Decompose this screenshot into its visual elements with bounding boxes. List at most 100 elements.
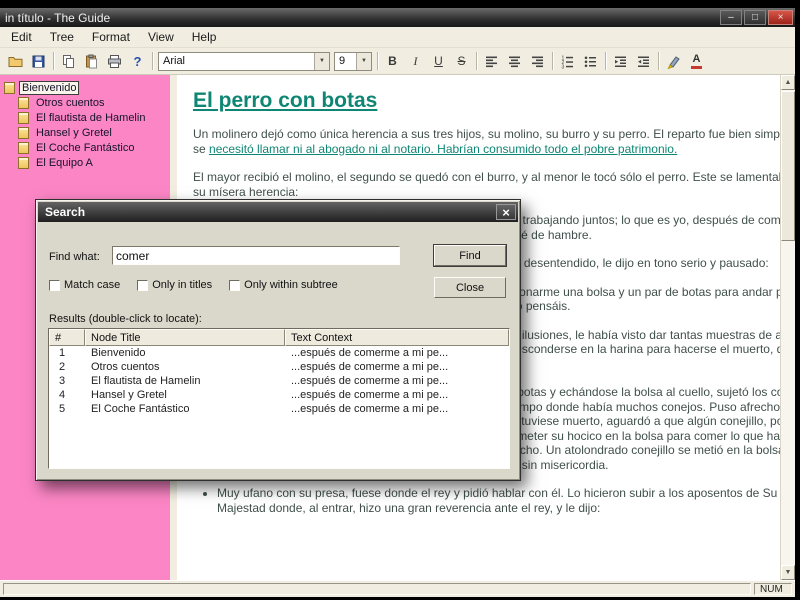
- dialog-title-bar[interactable]: Search ×: [38, 202, 518, 222]
- toolbar-separator: [658, 52, 659, 70]
- scroll-up-icon[interactable]: ▲: [781, 75, 795, 90]
- dialog-close-button[interactable]: ×: [496, 204, 516, 220]
- num-lock-indicator: NUM: [754, 583, 792, 595]
- paste-icon[interactable]: [80, 51, 103, 72]
- numbered-list-icon[interactable]: 123: [556, 51, 579, 72]
- align-right-icon[interactable]: [526, 51, 549, 72]
- note-icon: [18, 96, 29, 109]
- toolbar: ? Arial ▼ 9 ▼ B I U S 1 2 3 A: [0, 48, 795, 75]
- font-family-select[interactable]: Arial ▼: [158, 51, 330, 71]
- bullet-list-icon[interactable]: [579, 51, 602, 72]
- note-icon: [18, 126, 29, 139]
- result-row[interactable]: 3 El flautista de Hamelin ...espués de c…: [49, 374, 509, 388]
- find-what-label: Find what:: [49, 251, 100, 263]
- highlight-icon[interactable]: [662, 51, 685, 72]
- minimize-button[interactable]: –: [720, 10, 742, 25]
- align-left-icon[interactable]: [480, 51, 503, 72]
- scroll-thumb[interactable]: [781, 91, 795, 241]
- title-bar[interactable]: in título - The Guide – □ ×: [0, 8, 795, 27]
- toolbar-separator: [53, 52, 54, 70]
- doc-paragraph: El mayor recibió el molino, el segundo s…: [193, 170, 795, 199]
- tree-node-equipo[interactable]: El Equipo A: [0, 155, 170, 170]
- note-icon: [4, 81, 15, 94]
- save-icon[interactable]: [27, 51, 50, 72]
- underline-button[interactable]: U: [427, 51, 450, 72]
- align-center-icon[interactable]: [503, 51, 526, 72]
- result-row[interactable]: 1 Bienvenido ...espués de comerme a mi p…: [49, 346, 509, 360]
- tree-node-otros-cuentos[interactable]: Otros cuentos: [0, 95, 170, 110]
- dialog-close-action-button[interactable]: Close: [434, 277, 506, 298]
- doc-link[interactable]: necesitó llamar ni al abogado ni al nota…: [209, 142, 677, 156]
- toolbar-separator: [552, 52, 553, 70]
- chevron-down-icon: ▼: [356, 52, 371, 70]
- menu-edit[interactable]: Edit: [2, 27, 41, 47]
- checkbox-icon: [49, 279, 60, 291]
- editor-scrollbar[interactable]: ▲ ▼: [780, 75, 795, 580]
- column-header-node-title[interactable]: Node Title: [85, 329, 285, 346]
- checkbox-icon: [137, 279, 149, 291]
- help-icon[interactable]: ?: [126, 51, 149, 72]
- strikethrough-button[interactable]: S: [450, 51, 473, 72]
- find-input[interactable]: [112, 246, 400, 265]
- only-in-titles-checkbox[interactable]: Only in titles: [137, 279, 212, 291]
- font-size-value: 9: [339, 55, 346, 67]
- result-row[interactable]: 2 Otros cuentos ...espués de comerme a m…: [49, 360, 509, 374]
- results-label: Results (double-click to locate):: [49, 313, 202, 325]
- outdent-icon[interactable]: [609, 51, 632, 72]
- menu-tree[interactable]: Tree: [41, 27, 83, 47]
- tree-node-coche[interactable]: El Coche Fantástico: [0, 140, 170, 155]
- menu-view[interactable]: View: [139, 27, 183, 47]
- font-color-icon[interactable]: A: [685, 51, 708, 72]
- toolbar-separator: [377, 52, 378, 70]
- find-button[interactable]: Find: [434, 245, 506, 266]
- dialog-title: Search: [45, 205, 86, 219]
- checkbox-icon: [229, 279, 241, 291]
- open-icon[interactable]: [4, 51, 27, 72]
- doc-paragraph: Un molinero dejó como única herencia a s…: [193, 127, 795, 156]
- toolbar-separator: [605, 52, 606, 70]
- tree-node-bienvenido[interactable]: Bienvenido: [0, 80, 170, 95]
- only-within-subtree-checkbox[interactable]: Only within subtree: [229, 279, 338, 291]
- menu-help[interactable]: Help: [183, 27, 226, 47]
- font-family-value: Arial: [163, 55, 186, 67]
- results-list: # Node Title Text Context 1 Bienvenido .…: [48, 328, 510, 469]
- window-controls: – □ ×: [720, 10, 793, 25]
- toolbar-separator: [476, 52, 477, 70]
- menu-bar: Edit Tree Format View Help: [0, 27, 795, 48]
- tree-node-flautista[interactable]: El flautista de Hamelin: [0, 110, 170, 125]
- print-icon[interactable]: [103, 51, 126, 72]
- column-header-number[interactable]: #: [49, 329, 85, 346]
- maximize-icon: □: [751, 11, 759, 23]
- maximize-button[interactable]: □: [744, 10, 766, 25]
- indent-icon[interactable]: [632, 51, 655, 72]
- minimize-icon: –: [728, 11, 734, 23]
- menu-format[interactable]: Format: [83, 27, 139, 47]
- match-case-checkbox[interactable]: Match case: [49, 279, 120, 291]
- close-icon: ×: [502, 204, 510, 220]
- desktop: in título - The Guide – □ × Edit Tree Fo…: [0, 0, 800, 600]
- status-message-cell: [3, 583, 751, 595]
- result-row[interactable]: 5 El Coche Fantástico ...espués de comer…: [49, 402, 509, 416]
- note-icon: [18, 156, 29, 169]
- status-bar: NUM: [0, 580, 795, 597]
- doc-title: El perro con botas: [193, 89, 378, 112]
- result-row[interactable]: 4 Hansel y Gretel ...espués de comerme a…: [49, 388, 509, 402]
- note-icon: [18, 141, 29, 154]
- note-icon: [18, 111, 29, 124]
- bold-button[interactable]: B: [381, 51, 404, 72]
- search-dialog: Search × Find what: Find Close Match cas…: [35, 199, 521, 481]
- search-options: Match case Only in titles Only within su…: [49, 279, 338, 291]
- copy-icon[interactable]: [57, 51, 80, 72]
- close-icon: ×: [777, 11, 784, 23]
- scroll-down-icon[interactable]: ▼: [781, 565, 795, 580]
- italic-button[interactable]: I: [404, 51, 427, 72]
- doc-bullet: Muy ufano con su presa, fuese donde el r…: [217, 486, 795, 515]
- close-button[interactable]: ×: [768, 10, 793, 25]
- tree-node-hansel[interactable]: Hansel y Gretel: [0, 125, 170, 140]
- font-size-select[interactable]: 9 ▼: [334, 51, 372, 71]
- toolbar-separator: [152, 52, 153, 70]
- chevron-down-icon: ▼: [314, 52, 329, 70]
- window-title: in título - The Guide: [5, 10, 111, 25]
- column-header-text-context[interactable]: Text Context: [285, 329, 509, 346]
- svg-text:3: 3: [562, 64, 565, 69]
